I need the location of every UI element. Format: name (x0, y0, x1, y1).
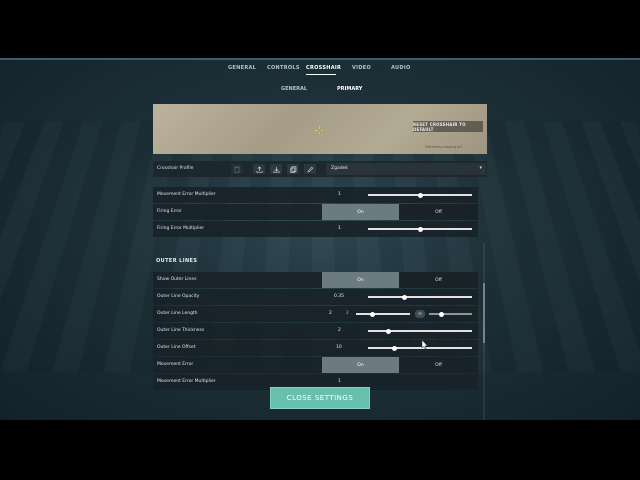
setting-label: Firing Error (157, 209, 182, 214)
tab-video[interactable]: VIDEO (352, 65, 371, 71)
top-divider (0, 58, 640, 60)
crosshair-profile-bar: Crosshair Profile Zgadek ▾ (153, 161, 487, 177)
slider-handle[interactable] (417, 192, 423, 198)
toggle-off-button[interactable]: Off (399, 357, 478, 373)
setting-row-outer-line-opacity: Outer Line Opacity 0.35 (153, 289, 478, 305)
close-settings-button[interactable]: CLOSE SETTINGS (270, 387, 370, 409)
crosshair-preview: RESET CROSSHAIR TO DEFAULT Elements miss… (153, 104, 487, 154)
profile-selected-value: Zgadek (331, 166, 348, 171)
slider-handle[interactable] (439, 311, 445, 317)
tab-audio[interactable]: AUDIO (391, 65, 411, 71)
tab-crosshair[interactable]: CROSSHAIR (306, 65, 341, 71)
slider[interactable] (368, 328, 472, 334)
slider[interactable] (368, 226, 472, 232)
trash-icon[interactable] (231, 164, 243, 174)
letterbox-top (0, 0, 640, 58)
reset-crosshair-button[interactable]: RESET CROSSHAIR TO DEFAULT (413, 121, 483, 132)
download-icon[interactable] (270, 164, 282, 174)
mouse-cursor-icon (421, 335, 429, 350)
setting-row-firing-error-multiplier: Firing Error Multiplier 1 (153, 221, 478, 237)
toggle-on-button[interactable]: On (322, 272, 399, 288)
profile-select[interactable]: Zgadek ▾ (326, 163, 486, 175)
setting-value[interactable]: 1 (338, 226, 341, 231)
subtab-general[interactable]: GENERAL (281, 86, 307, 92)
sub-nav: GENERAL PRIMARY (0, 86, 640, 96)
slider-handle[interactable] (401, 294, 407, 300)
slider-handle[interactable] (391, 345, 397, 351)
toggle-on-button[interactable]: On (322, 204, 399, 220)
setting-label: Outer Line Opacity (157, 294, 200, 299)
slider[interactable] (368, 294, 472, 300)
slider-handle[interactable] (417, 226, 423, 232)
setting-label: Outer Line Offset (157, 345, 196, 350)
setting-label: Movement Error Multiplier (157, 379, 216, 384)
slider[interactable] (368, 345, 472, 351)
setting-row-movement-error-multiplier: Movement Error Multiplier 1 (153, 187, 478, 203)
chevron-down-icon: ▾ (479, 165, 482, 171)
setting-row-movement-error: Movement Error On Off (153, 357, 478, 373)
setting-row-outer-line-offset: Outer Line Offset 10 (153, 340, 478, 356)
edit-icon[interactable] (304, 164, 316, 174)
setting-row-outer-line-length: Outer Line Length 2 2 ∞ (153, 306, 478, 322)
setting-value[interactable]: 1 (338, 192, 341, 197)
main-nav: GENERAL CONTROLS CROSSHAIR VIDEO AUDIO (0, 65, 640, 77)
tab-general[interactable]: GENERAL (228, 65, 256, 71)
slider[interactable] (368, 192, 472, 198)
setting-value[interactable]: 2 (338, 328, 341, 333)
setting-label: Outer Line Length (157, 311, 198, 316)
copy-icon[interactable] (287, 164, 299, 174)
toggle-on-button[interactable]: On (322, 357, 399, 373)
toggle-off-button[interactable]: Off (399, 272, 478, 288)
subtab-primary[interactable]: PRIMARY (337, 86, 362, 92)
profile-label: Crosshair Profile (157, 166, 194, 171)
section-title-outer-lines: OUTER LINES (156, 258, 198, 264)
slider-handle[interactable] (369, 311, 375, 317)
slider-secondary[interactable] (429, 311, 472, 317)
setting-label: Outer Line Thickness (157, 328, 205, 333)
setting-value[interactable]: 1 (338, 379, 341, 384)
crosshair-icon (315, 126, 323, 134)
setting-row-show-outer-lines: Show Outer Lines On Off (153, 272, 478, 288)
setting-label: Movement Error (157, 362, 194, 367)
setting-label: Movement Error Multiplier (157, 192, 216, 197)
setting-label: Show Outer Lines (157, 277, 197, 282)
elements-missing-link[interactable]: Elements missing or? (425, 145, 462, 149)
setting-value[interactable]: 10 (336, 345, 342, 350)
toggle-off-button[interactable]: Off (399, 204, 478, 220)
slider-handle[interactable] (386, 328, 392, 334)
setting-value[interactable]: 2 (329, 311, 332, 316)
link-icon[interactable]: ∞ (415, 310, 425, 318)
setting-row-outer-line-thickness: Outer Line Thickness 2 (153, 323, 478, 339)
scrollbar-thumb[interactable] (483, 283, 485, 343)
setting-value[interactable]: 0.35 (334, 294, 344, 299)
letterbox-bottom (0, 420, 640, 480)
slider[interactable] (356, 311, 410, 317)
upload-icon[interactable] (253, 164, 265, 174)
setting-value-secondary[interactable]: 2 (346, 311, 349, 316)
tab-controls[interactable]: CONTROLS (267, 65, 300, 71)
setting-row-firing-error: Firing Error On Off (153, 204, 478, 220)
settings-list[interactable]: Movement Error Multiplier 1 Firing Error… (153, 183, 487, 420)
settings-screen: GENERAL CONTROLS CROSSHAIR VIDEO AUDIO G… (0, 58, 640, 420)
active-tab-underline (306, 74, 336, 75)
setting-label: Firing Error Multiplier (157, 226, 205, 231)
